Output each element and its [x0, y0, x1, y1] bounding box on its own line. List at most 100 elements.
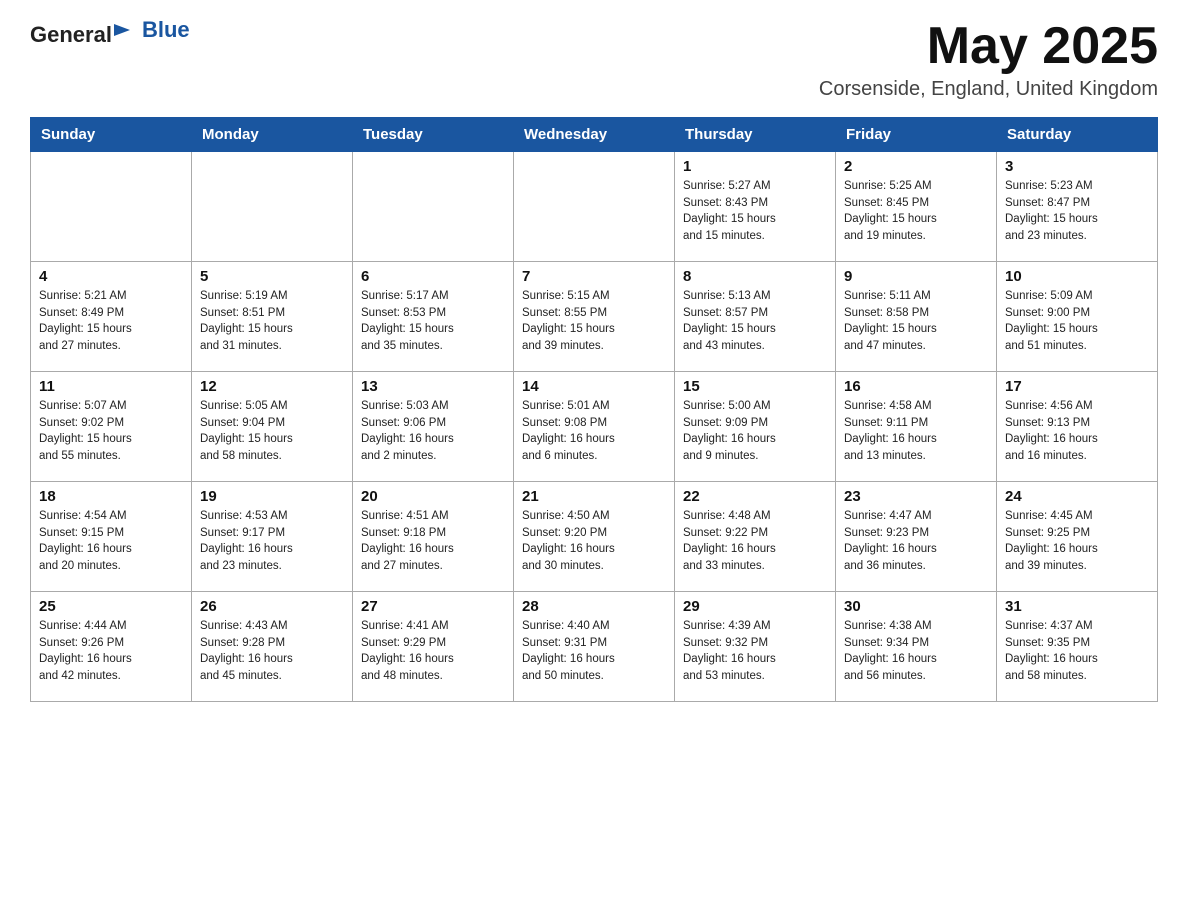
day-info: Sunrise: 5:19 AM Sunset: 8:51 PM Dayligh…	[200, 288, 344, 355]
calendar-cell: 17Sunrise: 4:56 AM Sunset: 9:13 PM Dayli…	[997, 372, 1158, 482]
day-info: Sunrise: 5:15 AM Sunset: 8:55 PM Dayligh…	[522, 288, 666, 355]
day-number: 28	[522, 598, 666, 615]
calendar-cell: 12 Sunrise: 5:05 AM Sunset: 9:04 PM Dayli…	[192, 372, 353, 482]
day-info: Sunrise: 5:07 AM Sunset: 9:02 PM Dayligh…	[39, 398, 183, 465]
day-info: Sunrise: 4:48 AM Sunset: 9:22 PM Dayligh…	[683, 508, 827, 575]
day-info: Sunrise: 4:38 AM Sunset: 9:34 PM Dayligh…	[844, 618, 988, 685]
calendar-cell: 1 Sunrise: 5:27 AM Sunset: 8:43 PM Daylig…	[675, 152, 836, 262]
day-number: 2	[844, 158, 988, 175]
calendar-cell: 14Sunrise: 5:01 AM Sunset: 9:08 PM Dayli…	[514, 372, 675, 482]
calendar-cell: 10Sunrise: 5:09 AM Sunset: 9:00 PM Dayli…	[997, 262, 1158, 372]
calendar-cell: 4Sunrise: 5:21 AM Sunset: 8:49 PM Daylig…	[31, 262, 192, 372]
calendar-week-row: 18 Sunrise: 4:54 AM Sunset: 9:15 PM Dayli…	[31, 482, 1158, 592]
day-number: 18	[39, 488, 183, 505]
calendar-cell: 26 Sunrise: 4:43 AM Sunset: 9:28 PM Dayli…	[192, 592, 353, 702]
day-info: Sunrise: 4:45 AM Sunset: 9:25 PM Dayligh…	[1005, 508, 1149, 575]
day-number: 19	[200, 488, 344, 505]
weekday-header-monday: Monday	[192, 118, 353, 152]
day-info: Sunrise: 5:11 AM Sunset: 8:58 PM Dayligh…	[844, 288, 988, 355]
calendar-cell: 13Sunrise: 5:03 AM Sunset: 9:06 PM Dayli…	[353, 372, 514, 482]
day-number: 29	[683, 598, 827, 615]
logo-flag-icon	[112, 22, 134, 44]
day-info: Sunrise: 4:50 AM Sunset: 9:20 PM Dayligh…	[522, 508, 666, 575]
calendar-table: SundayMondayTuesdayWednesdayThursdayFrid…	[30, 117, 1158, 702]
day-number: 7	[522, 268, 666, 285]
day-info: Sunrise: 4:56 AM Sunset: 9:13 PM Dayligh…	[1005, 398, 1149, 465]
day-number: 8	[683, 268, 827, 285]
calendar-week-row: 11 Sunrise: 5:07 AM Sunset: 9:02 PM Dayli…	[31, 372, 1158, 482]
day-number: 11	[39, 378, 183, 395]
calendar-cell: 24 Sunrise: 4:45 AM Sunset: 9:25 PM Dayli…	[997, 482, 1158, 592]
logo-general-text: General	[30, 20, 134, 48]
calendar-cell: 28 Sunrise: 4:40 AM Sunset: 9:31 PM Dayli…	[514, 592, 675, 702]
calendar-cell	[31, 152, 192, 262]
day-number: 22	[683, 488, 827, 505]
day-info: Sunrise: 5:25 AM Sunset: 8:45 PM Dayligh…	[844, 178, 988, 245]
day-number: 21	[522, 488, 666, 505]
day-number: 9	[844, 268, 988, 285]
title-section: May 2025 Corsenside, England, United Kin…	[819, 20, 1158, 101]
month-title: May 2025	[819, 20, 1158, 72]
calendar-header: SundayMondayTuesdayWednesdayThursdayFrid…	[31, 118, 1158, 152]
calendar-cell: 31 Sunrise: 4:37 AM Sunset: 9:35 PM Dayli…	[997, 592, 1158, 702]
day-number: 14	[522, 378, 666, 395]
calendar-cell: 9 Sunrise: 5:11 AM Sunset: 8:58 PM Daylig…	[836, 262, 997, 372]
calendar-cell: 30 Sunrise: 4:38 AM Sunset: 9:34 PM Dayli…	[836, 592, 997, 702]
day-info: Sunrise: 5:05 AM Sunset: 9:04 PM Dayligh…	[200, 398, 344, 465]
location-text: Corsenside, England, United Kingdom	[819, 78, 1158, 101]
calendar-cell: 23Sunrise: 4:47 AM Sunset: 9:23 PM Dayli…	[836, 482, 997, 592]
calendar-cell: 29Sunrise: 4:39 AM Sunset: 9:32 PM Dayli…	[675, 592, 836, 702]
day-info: Sunrise: 5:21 AM Sunset: 8:49 PM Dayligh…	[39, 288, 183, 355]
calendar-week-row: 25Sunrise: 4:44 AM Sunset: 9:26 PM Dayli…	[31, 592, 1158, 702]
day-info: Sunrise: 5:03 AM Sunset: 9:06 PM Dayligh…	[361, 398, 505, 465]
calendar-cell: 18 Sunrise: 4:54 AM Sunset: 9:15 PM Dayli…	[31, 482, 192, 592]
day-info: Sunrise: 4:44 AM Sunset: 9:26 PM Dayligh…	[39, 618, 183, 685]
day-info: Sunrise: 4:37 AM Sunset: 9:35 PM Dayligh…	[1005, 618, 1149, 685]
calendar-cell: 7 Sunrise: 5:15 AM Sunset: 8:55 PM Daylig…	[514, 262, 675, 372]
day-info: Sunrise: 4:51 AM Sunset: 9:18 PM Dayligh…	[361, 508, 505, 575]
calendar-cell: 22 Sunrise: 4:48 AM Sunset: 9:22 PM Dayli…	[675, 482, 836, 592]
day-number: 3	[1005, 158, 1149, 175]
day-number: 31	[1005, 598, 1149, 615]
calendar-cell: 25Sunrise: 4:44 AM Sunset: 9:26 PM Dayli…	[31, 592, 192, 702]
day-number: 6	[361, 268, 505, 285]
day-number: 15	[683, 378, 827, 395]
weekday-header-wednesday: Wednesday	[514, 118, 675, 152]
day-info: Sunrise: 4:41 AM Sunset: 9:29 PM Dayligh…	[361, 618, 505, 685]
day-number: 30	[844, 598, 988, 615]
weekday-header-friday: Friday	[836, 118, 997, 152]
day-info: Sunrise: 4:54 AM Sunset: 9:15 PM Dayligh…	[39, 508, 183, 575]
day-info: Sunrise: 5:09 AM Sunset: 9:00 PM Dayligh…	[1005, 288, 1149, 355]
day-number: 12	[200, 378, 344, 395]
weekday-header-sunday: Sunday	[31, 118, 192, 152]
calendar-cell: 11 Sunrise: 5:07 AM Sunset: 9:02 PM Dayli…	[31, 372, 192, 482]
day-info: Sunrise: 4:53 AM Sunset: 9:17 PM Dayligh…	[200, 508, 344, 575]
calendar-cell	[514, 152, 675, 262]
calendar-cell: 5 Sunrise: 5:19 AM Sunset: 8:51 PM Daylig…	[192, 262, 353, 372]
day-number: 1	[683, 158, 827, 175]
calendar-cell: 27 Sunrise: 4:41 AM Sunset: 9:29 PM Dayli…	[353, 592, 514, 702]
calendar-cell: 21 Sunrise: 4:50 AM Sunset: 9:20 PM Dayli…	[514, 482, 675, 592]
weekday-header-thursday: Thursday	[675, 118, 836, 152]
weekday-header-row: SundayMondayTuesdayWednesdayThursdayFrid…	[31, 118, 1158, 152]
day-info: Sunrise: 4:40 AM Sunset: 9:31 PM Dayligh…	[522, 618, 666, 685]
calendar-cell: 6 Sunrise: 5:17 AM Sunset: 8:53 PM Daylig…	[353, 262, 514, 372]
day-number: 5	[200, 268, 344, 285]
calendar-cell	[353, 152, 514, 262]
day-info: Sunrise: 5:27 AM Sunset: 8:43 PM Dayligh…	[683, 178, 827, 245]
day-number: 27	[361, 598, 505, 615]
calendar-cell: 3 Sunrise: 5:23 AM Sunset: 8:47 PM Daylig…	[997, 152, 1158, 262]
logo-blue-text: Blue	[142, 17, 190, 43]
calendar-week-row: 4Sunrise: 5:21 AM Sunset: 8:49 PM Daylig…	[31, 262, 1158, 372]
day-number: 26	[200, 598, 344, 615]
day-info: Sunrise: 5:13 AM Sunset: 8:57 PM Dayligh…	[683, 288, 827, 355]
day-info: Sunrise: 5:17 AM Sunset: 8:53 PM Dayligh…	[361, 288, 505, 355]
calendar-body: 1 Sunrise: 5:27 AM Sunset: 8:43 PM Daylig…	[31, 152, 1158, 702]
calendar-cell: 8 Sunrise: 5:13 AM Sunset: 8:57 PM Daylig…	[675, 262, 836, 372]
day-info: Sunrise: 4:58 AM Sunset: 9:11 PM Dayligh…	[844, 398, 988, 465]
day-info: Sunrise: 4:43 AM Sunset: 9:28 PM Dayligh…	[200, 618, 344, 685]
weekday-header-saturday: Saturday	[997, 118, 1158, 152]
day-info: Sunrise: 5:23 AM Sunset: 8:47 PM Dayligh…	[1005, 178, 1149, 245]
calendar-cell	[192, 152, 353, 262]
day-number: 24	[1005, 488, 1149, 505]
